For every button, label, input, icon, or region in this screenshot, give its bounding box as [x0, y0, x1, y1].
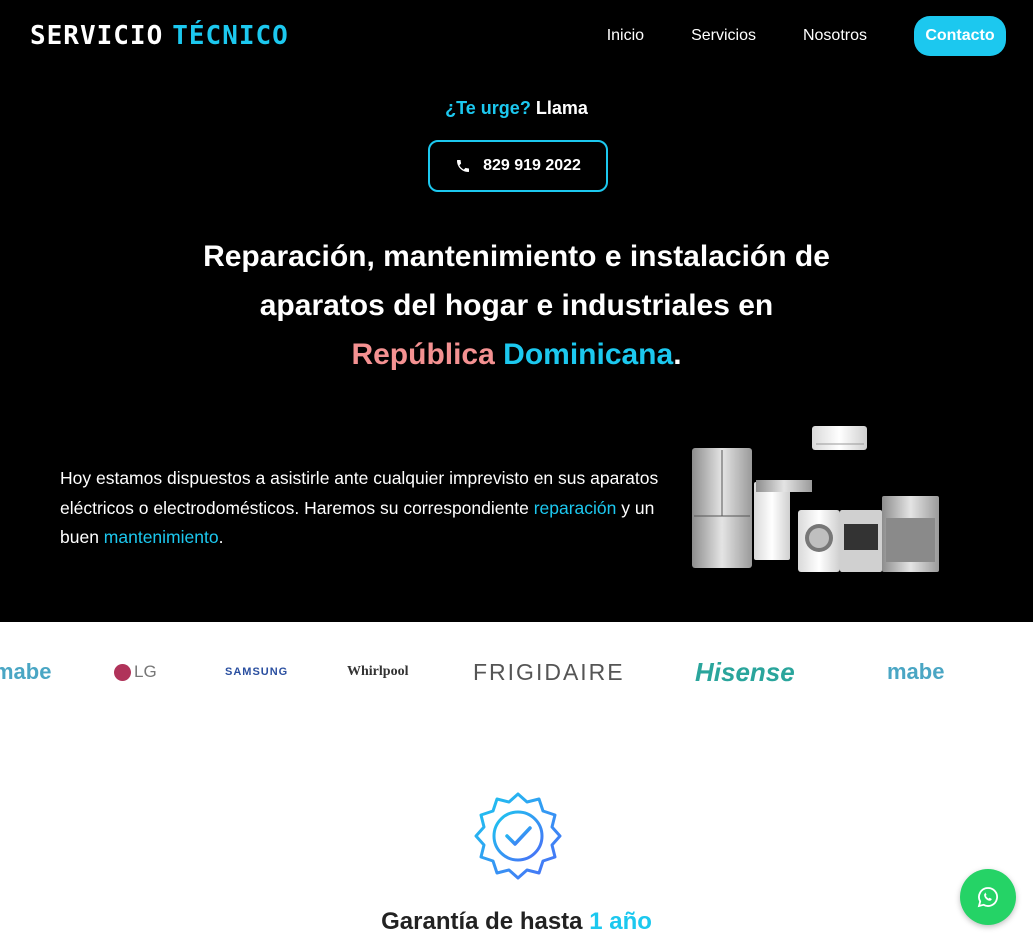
- brand-logo-frigidaire: FRIGIDAIRE: [473, 658, 625, 685]
- nav-item-nosotros[interactable]: Nosotros: [803, 27, 867, 45]
- brand-logo-samsung: SAMSUNG: [225, 666, 289, 678]
- intro-highlight-reparacion: reparación: [533, 497, 617, 518]
- logo-word-tecnico: TÉCNICO: [172, 21, 289, 51]
- headline-period: .: [673, 338, 682, 371]
- main-nav: Inicio Servicios Nosotros Contacto: [607, 16, 1006, 56]
- nav-item-inicio[interactable]: Inicio: [607, 27, 644, 45]
- brand-logo-lg-text: LG: [134, 662, 157, 681]
- brands-carousel: mabe LG SAMSUNG Whirlpool FRIGIDAIRE His…: [0, 622, 1033, 722]
- urgent-call-text: Llama: [535, 98, 588, 118]
- site-logo[interactable]: SERVICIO TÉCNICO: [30, 20, 289, 52]
- brand-logo-mabe: mabe: [0, 659, 52, 684]
- phone-call-button[interactable]: 829 919 2022: [428, 140, 608, 192]
- brand-logo-mabe-2: mabe: [887, 659, 945, 684]
- guarantee-heading: Garantía de hasta 1 año: [0, 908, 1033, 936]
- hero-section: SERVICIO TÉCNICO Inicio Servicios Nosotr…: [0, 0, 1033, 622]
- logo-word-servicio: SERVICIO: [30, 21, 164, 51]
- headline-country-part2: Dominicana: [503, 338, 674, 371]
- intro-highlight-mantenimiento: mantenimiento: [103, 527, 219, 547]
- brand-logo-hisense: Hisense: [695, 656, 795, 687]
- appliances-image: [692, 426, 939, 572]
- phone-number: 829 919 2022: [483, 157, 581, 174]
- intro-paragraph: Hoy estamos dispuestos a asistirle ante …: [60, 464, 660, 553]
- verified-badge-icon: [474, 792, 562, 880]
- nav-item-servicios[interactable]: Servicios: [691, 27, 756, 45]
- whatsapp-icon: [977, 887, 998, 908]
- contact-button[interactable]: Contacto: [914, 16, 1006, 56]
- guarantee-highlight: 1 año: [589, 908, 652, 935]
- urgent-call-prompt: ¿Te urge? Llama: [0, 98, 1033, 119]
- headline-line-2: aparatos del hogar e industriales en: [259, 289, 774, 322]
- headline-line-1: Reparación, mantenimiento e instalación …: [203, 240, 830, 273]
- guarantee-text: Garantía de hasta: [381, 908, 583, 935]
- whatsapp-button[interactable]: [960, 869, 1016, 925]
- intro-text-3: .: [218, 527, 224, 547]
- hero-headline: Reparación, mantenimiento e instalación …: [120, 232, 913, 379]
- lg-circle-icon: [114, 663, 131, 681]
- urgent-question: ¿Te urge?: [445, 98, 531, 118]
- phone-icon: [457, 160, 470, 172]
- headline-country-part1: República: [351, 338, 495, 371]
- brand-logo-whirlpool: Whirlpool: [347, 664, 409, 679]
- brand-logo-lg: LG: [114, 658, 157, 686]
